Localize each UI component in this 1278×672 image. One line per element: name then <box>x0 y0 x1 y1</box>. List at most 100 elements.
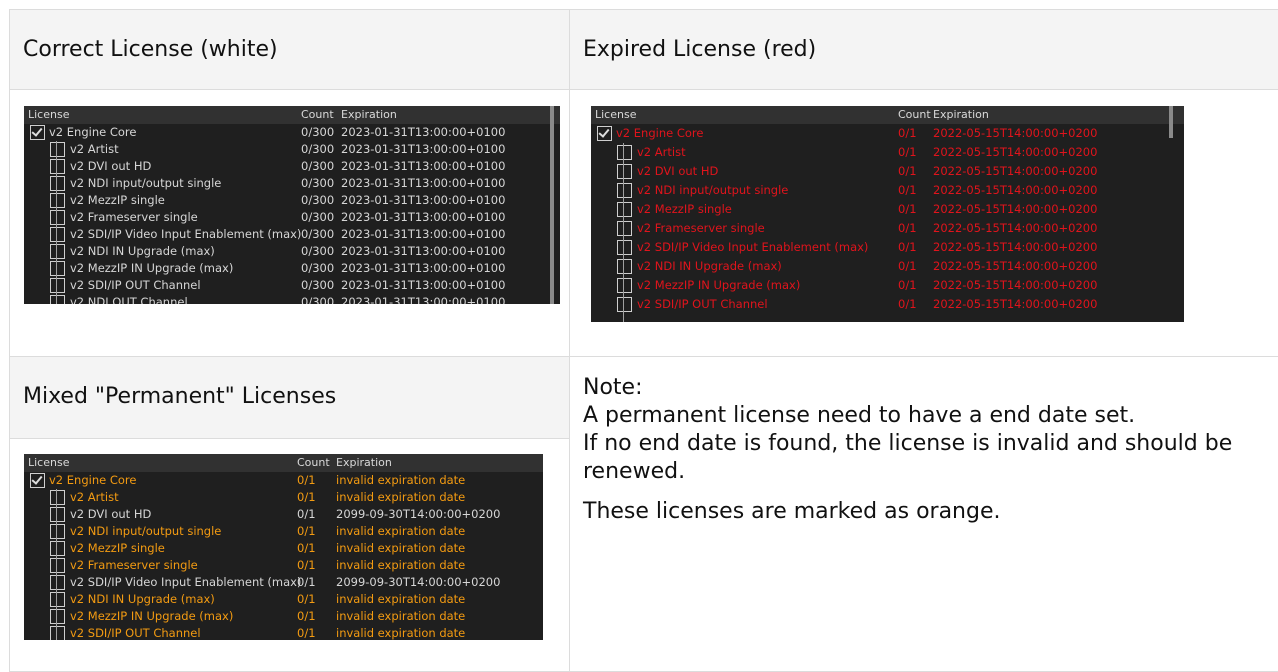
license-count: 0/1 <box>898 278 917 292</box>
license-row[interactable]: v2 NDI input/output single 0/1 invalid exp… <box>24 523 543 540</box>
license-row[interactable]: v2 DVI out HD 0/1 2099-09-30T14:00:00+0200 <box>24 506 543 523</box>
license-row[interactable]: v2 NDI IN Upgrade (max) 0/1 2022-05-15T14:… <box>591 257 1184 276</box>
license-checkbox[interactable] <box>50 626 65 640</box>
license-column-header: License <box>28 456 70 469</box>
license-count: 0/1 <box>297 507 316 521</box>
license-row[interactable]: v2 Engine Core 0/300 2023-01-31T13:00:00+0… <box>24 124 560 141</box>
tree-connector-line <box>56 141 57 304</box>
license-row[interactable]: v2 MezzIP IN Upgrade (max) 0/1 invalid exp… <box>24 608 543 625</box>
license-row[interactable]: v2 MezzIP single 0/1 2022-05-15T14:00:00+0… <box>591 200 1184 219</box>
license-row[interactable]: v2 SDI/IP Video Input Enablement (max) 0/… <box>24 226 560 243</box>
license-row[interactable]: v2 DVI out HD 0/1 2022-05-15T14:00:00+0200 <box>591 162 1184 181</box>
license-checkbox[interactable] <box>617 240 632 255</box>
license-row[interactable]: v2 NDI IN Upgrade (max) 0/300 2023-01-31T1… <box>24 243 560 260</box>
license-count: 0/1 <box>297 592 316 606</box>
license-checkbox[interactable] <box>50 176 65 191</box>
license-checkbox[interactable] <box>50 524 65 539</box>
license-checkbox[interactable] <box>617 221 632 236</box>
license-checkbox[interactable] <box>50 295 65 304</box>
license-name: v2 NDI OUT Channel <box>70 295 188 304</box>
license-checkbox[interactable] <box>50 609 65 624</box>
correct-screenshot-cell: License Count Expiration v2 Engine Core 0… <box>10 90 570 357</box>
license-row[interactable]: v2 Frameserver single 0/1 2022-05-15T14:00… <box>591 219 1184 238</box>
license-name: v2 Frameserver single <box>70 210 198 224</box>
license-checkbox[interactable] <box>617 259 632 274</box>
license-row[interactable]: v2 Artist 0/1 invalid expiration date <box>24 489 543 506</box>
column-header: License Count Expiration <box>24 106 560 124</box>
license-row[interactable]: v2 MezzIP single 0/1 invalid expiration da… <box>24 540 543 557</box>
license-row[interactable]: v2 NDI IN Upgrade (max) 0/1 invalid expira… <box>24 591 543 608</box>
license-checkbox[interactable] <box>50 490 65 505</box>
license-name: v2 NDI IN Upgrade (max) <box>70 244 215 258</box>
license-row[interactable]: v2 SDI/IP OUT Channel 0/1 2022-05-15T14:00… <box>591 295 1184 314</box>
license-checkbox[interactable] <box>617 145 632 160</box>
license-row[interactable]: v2 Frameserver single 0/300 2023-01-31T13:… <box>24 209 560 226</box>
license-row[interactable]: v2 MezzIP IN Upgrade (max) 0/1 2022-05-15T… <box>591 276 1184 295</box>
license-expiration: 2023-01-31T13:00:00+0100 <box>341 295 506 304</box>
count-column-header: Count <box>898 108 931 121</box>
license-row[interactable]: v2 DVI out HD 0/300 2023-01-31T13:00:00+01… <box>24 158 560 175</box>
license-count: 0/1 <box>297 558 316 572</box>
license-row[interactable]: v2 Frameserver single 0/1 invalid expirati… <box>24 557 543 574</box>
license-name: v2 MezzIP IN Upgrade (max) <box>70 609 234 623</box>
license-checkbox[interactable] <box>50 558 65 573</box>
license-count: 0/1 <box>297 490 316 504</box>
license-row[interactable]: v2 NDI OUT Channel 0/300 2023-01-31T13:00:… <box>24 294 560 304</box>
license-checkbox[interactable] <box>617 278 632 293</box>
license-name: v2 DVI out HD <box>70 159 152 173</box>
license-checkbox[interactable] <box>30 125 45 140</box>
license-checkbox[interactable] <box>50 592 65 607</box>
license-row[interactable]: v2 Engine Core 0/1 invalid expiration date <box>24 472 543 489</box>
mixed-header-cell: Mixed "Permanent" Licenses <box>10 357 570 439</box>
license-checkbox[interactable] <box>50 278 65 293</box>
license-checkbox[interactable] <box>30 473 45 488</box>
license-checkbox[interactable] <box>617 202 632 217</box>
license-name: v2 MezzIP single <box>70 541 165 555</box>
license-row[interactable]: v2 Artist 0/1 2022-05-15T14:00:00+0200 <box>591 143 1184 162</box>
license-name: v2 Frameserver single <box>637 221 765 235</box>
license-checkbox[interactable] <box>617 297 632 312</box>
license-row[interactable]: v2 SDI/IP OUT Channel 0/300 2023-01-31T13:… <box>24 277 560 294</box>
license-expiration: 2023-01-31T13:00:00+0100 <box>341 125 506 139</box>
license-checkbox[interactable] <box>50 244 65 259</box>
license-row[interactable]: v2 MezzIP IN Upgrade (max) 0/300 2023-01-3… <box>24 260 560 277</box>
license-count: 0/300 <box>301 244 335 258</box>
license-expiration: 2099-09-30T14:00:00+0200 <box>336 575 501 589</box>
license-checkbox[interactable] <box>50 193 65 208</box>
license-name: v2 NDI input/output single <box>70 176 222 190</box>
correct-license-title: Correct License (white) <box>23 37 278 62</box>
license-checkbox[interactable] <box>617 183 632 198</box>
license-count: 0/1 <box>297 524 316 538</box>
license-row[interactable]: v2 Engine Core 0/1 2022-05-15T14:00:00+020… <box>591 124 1184 143</box>
license-expiration: 2023-01-31T13:00:00+0100 <box>341 176 506 190</box>
license-checkbox[interactable] <box>50 159 65 174</box>
license-checkbox[interactable] <box>597 126 612 141</box>
license-row[interactable]: v2 MezzIP single 0/300 2023-01-31T13:00:00… <box>24 192 560 209</box>
license-expiration: 2023-01-31T13:00:00+0100 <box>341 210 506 224</box>
license-row[interactable]: v2 SDI/IP Video Input Enablement (max) 0/… <box>24 574 543 591</box>
license-checkbox[interactable] <box>50 142 65 157</box>
license-checkbox[interactable] <box>617 164 632 179</box>
license-row[interactable]: v2 NDI input/output single 0/1 2022-05-15T… <box>591 181 1184 200</box>
license-checkbox[interactable] <box>50 261 65 276</box>
license-expiration: 2099-09-30T14:00:00+0200 <box>336 507 501 521</box>
license-row[interactable]: v2 NDI input/output single 0/300 2023-01-3… <box>24 175 560 192</box>
license-checkbox[interactable] <box>50 507 65 522</box>
license-row[interactable]: v2 SDI/IP Video Input Enablement (max) 0/… <box>591 238 1184 257</box>
license-row[interactable]: v2 SDI/IP OUT Channel 0/1 invalid expirati… <box>24 625 543 640</box>
mixed-license-panel: License Count Expiration v2 Engine Core 0… <box>24 454 543 640</box>
license-expiration: 2022-05-15T14:00:00+0200 <box>933 240 1098 254</box>
mixed-screenshot-cell: License Count Expiration v2 Engine Core 0… <box>10 439 570 672</box>
license-checkbox[interactable] <box>50 575 65 590</box>
license-expiration: invalid expiration date <box>336 490 466 504</box>
license-checkbox[interactable] <box>50 210 65 225</box>
license-expiration: 2022-05-15T14:00:00+0200 <box>933 202 1098 216</box>
license-checkbox[interactable] <box>50 227 65 242</box>
license-name: v2 SDI/IP OUT Channel <box>637 297 768 311</box>
license-row[interactable]: v2 Artist 0/300 2023-01-31T13:00:00+0100 <box>24 141 560 158</box>
license-checkbox[interactable] <box>50 541 65 556</box>
license-name: v2 MezzIP IN Upgrade (max) <box>70 261 234 275</box>
note-title: Note: <box>583 375 643 400</box>
license-expiration: 2022-05-15T14:00:00+0200 <box>933 183 1098 197</box>
license-comparison-table: Correct License (white) Expired License … <box>9 9 1278 672</box>
